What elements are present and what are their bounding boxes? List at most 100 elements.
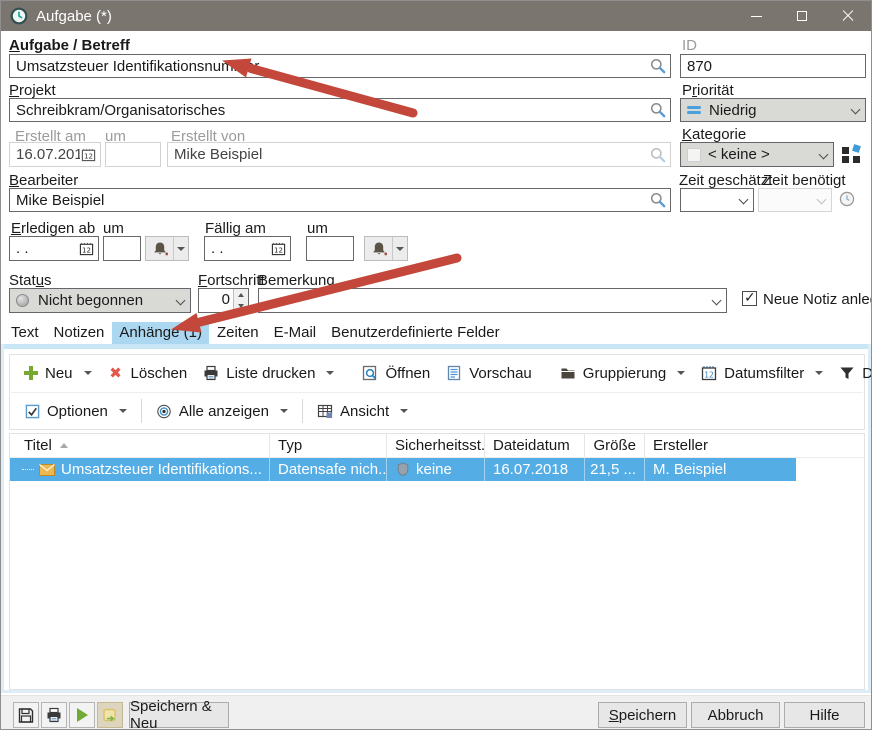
calendar-icon: 12: [80, 147, 96, 163]
calendar-icon: 12: [701, 365, 717, 381]
minimize-button[interactable]: [733, 1, 779, 31]
category-select[interactable]: < keine >: [680, 142, 834, 167]
funnel-icon: [839, 365, 855, 381]
created-time-input: [105, 142, 161, 167]
start-icon-button[interactable]: [69, 702, 95, 728]
open-button[interactable]: Öffnen: [354, 361, 438, 386]
start-on-label: Erledigen ab: [11, 220, 95, 237]
floppy-icon: [18, 707, 34, 723]
progress-label: Fortschritt: [198, 272, 265, 289]
tab-benutzerdefinierte-felder[interactable]: Benutzerdefinierte Felder: [324, 322, 506, 344]
tab-notizen[interactable]: Notizen: [47, 322, 112, 344]
calendar-icon[interactable]: 12: [78, 241, 94, 257]
chevron-down-icon: [739, 195, 749, 205]
stopwatch-icon: [839, 191, 855, 207]
due-on-input[interactable]: . . 12: [204, 236, 291, 261]
email-attachment-icon: [39, 462, 55, 478]
document-type-button[interactable]: Dokumenttyp: [831, 361, 872, 386]
print-icon-button[interactable]: [41, 702, 67, 728]
due-reminder-button[interactable]: ✶: [364, 236, 408, 261]
progress-stepper[interactable]: 0: [198, 288, 249, 313]
eye-icon: [156, 403, 172, 419]
column-header-titel[interactable]: Titel: [10, 434, 270, 457]
column-header-groesse[interactable]: Größe: [585, 434, 645, 457]
show-all-button[interactable]: Alle anzeigen: [148, 399, 296, 424]
remark-combo[interactable]: [258, 288, 727, 313]
project-label: Projekt: [9, 82, 56, 99]
bell-off-icon: ✶: [146, 237, 173, 260]
priority-select[interactable]: Niedrig: [680, 98, 866, 122]
tab-email[interactable]: E-Mail: [267, 322, 324, 344]
created-on-input: 16.07.2018 12: [9, 142, 101, 167]
tab-bar: Text Notizen Anhänge (1) Zeiten E-Mail B…: [4, 321, 508, 344]
maximize-button[interactable]: [779, 1, 825, 31]
tab-panel-accent: [1, 344, 872, 349]
due-time-label: um: [307, 220, 328, 237]
chevron-down-icon: [176, 296, 186, 306]
id-input[interactable]: 870: [680, 54, 866, 78]
new-attachment-button[interactable]: Neu: [16, 361, 100, 386]
dropdown-caret-icon: [119, 409, 127, 413]
svg-text:12: 12: [274, 246, 283, 255]
search-icon[interactable]: [650, 192, 666, 208]
svg-text:12: 12: [84, 152, 93, 161]
checkbox-icon: [24, 403, 40, 419]
column-header-sicherheitsstufe[interactable]: Sicherheitsst.: [387, 434, 485, 457]
save-button[interactable]: Speichern: [598, 702, 687, 728]
printer-icon: [203, 365, 219, 381]
svg-text:12: 12: [82, 246, 91, 255]
column-header-typ[interactable]: Typ: [270, 434, 387, 457]
spinner-buttons[interactable]: [233, 289, 248, 312]
grouping-button[interactable]: Gruppierung: [552, 361, 693, 386]
time-estimated-select[interactable]: [680, 188, 754, 212]
delete-attachment-button[interactable]: Löschen: [100, 361, 196, 386]
minimize-icon: [751, 16, 762, 17]
time-needed-label: Zeit benötigt: [763, 172, 846, 189]
created-by-input: Mike Beispiel: [167, 142, 671, 167]
due-time-input[interactable]: [306, 236, 354, 261]
dropdown-caret-icon: [280, 409, 288, 413]
save-and-new-button[interactable]: Speichern & Neu: [129, 702, 229, 728]
start-time-input[interactable]: [103, 236, 141, 261]
time-needed-select: [758, 188, 832, 212]
preview-button[interactable]: Vorschau: [438, 361, 540, 386]
id-label: ID: [682, 37, 697, 54]
project-input[interactable]: Schreibkram/Organisatorisches: [9, 98, 671, 122]
datasafe-icon-button: [97, 702, 123, 728]
category-picker-button[interactable]: [842, 145, 860, 163]
tab-zeiten[interactable]: Zeiten: [210, 322, 266, 344]
status-select[interactable]: Nicht begonnen: [9, 288, 191, 313]
tab-anhaenge[interactable]: Anhänge (1): [112, 322, 209, 344]
dropdown-caret-icon: [400, 409, 408, 413]
save-icon-button[interactable]: [13, 702, 39, 728]
date-filter-button[interactable]: 12 Datumsfilter: [693, 361, 831, 386]
view-button[interactable]: Ansicht: [309, 399, 416, 424]
printer-icon: [46, 707, 62, 723]
subject-input[interactable]: Umsatzsteuer Identifikationsnummer: [9, 54, 671, 78]
column-header-ersteller[interactable]: Ersteller: [645, 434, 796, 457]
chevron-down-icon: [392, 237, 407, 260]
column-header-dateidatum[interactable]: Dateidatum: [485, 434, 585, 457]
table-row[interactable]: Umsatzsteuer Identifikations... Datensaf…: [10, 458, 796, 481]
subject-label: Aufgabe / Betreff: [9, 37, 130, 54]
attachments-table: Titel Typ Sicherheitsst. Dateidatum Größ…: [9, 433, 865, 690]
assignee-input[interactable]: Mike Beispiel: [9, 188, 671, 212]
start-reminder-button[interactable]: ✶: [145, 236, 189, 261]
print-list-button[interactable]: Liste drucken: [195, 361, 342, 386]
assignee-label: Bearbeiter: [9, 172, 78, 189]
svg-text:✶: ✶: [164, 250, 168, 257]
dropdown-caret-icon: [677, 371, 685, 375]
tab-text[interactable]: Text: [4, 322, 46, 344]
options-button[interactable]: Optionen: [16, 399, 135, 424]
help-button[interactable]: Hilfe: [784, 702, 865, 728]
search-icon[interactable]: [650, 58, 666, 74]
search-icon[interactable]: [650, 102, 666, 118]
svg-text:✶: ✶: [383, 250, 387, 257]
cancel-button[interactable]: Abbruch: [691, 702, 780, 728]
calendar-icon[interactable]: 12: [270, 241, 286, 257]
chevron-down-icon: [712, 296, 722, 306]
start-on-input[interactable]: . . 12: [9, 236, 99, 261]
document-lines-icon: [446, 365, 462, 381]
new-note-checkbox[interactable]: [742, 291, 757, 306]
close-button[interactable]: [825, 1, 871, 31]
